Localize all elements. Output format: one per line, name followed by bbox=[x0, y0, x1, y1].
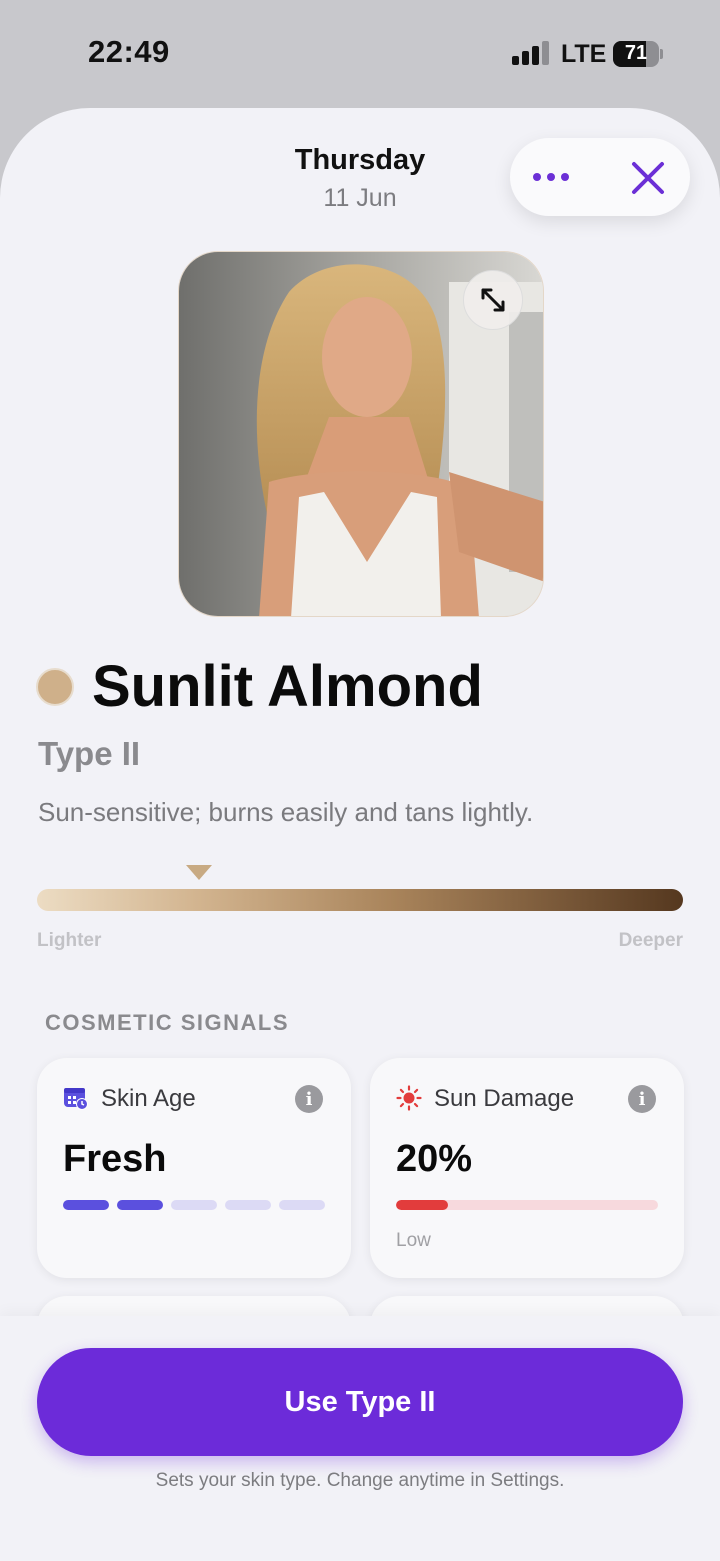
sun-damage-card[interactable]: Sun Damage i 20% Low bbox=[370, 1058, 684, 1278]
close-x-icon bbox=[632, 162, 664, 194]
skin-tone-scale bbox=[37, 889, 683, 911]
skin-tone-swatch bbox=[36, 668, 74, 706]
sun-damage-level: Low bbox=[396, 1230, 431, 1251]
battery-percent: 71 bbox=[624, 42, 648, 64]
scale-marker bbox=[185, 865, 212, 880]
more-dots-icon bbox=[533, 173, 569, 181]
close-button[interactable] bbox=[626, 156, 670, 200]
status-time: 22:49 bbox=[88, 34, 170, 69]
sun-damage-value: 20% bbox=[396, 1138, 473, 1180]
result-sheet: Thursday 11 Jun Sunlit Almond Type II Su… bbox=[0, 108, 720, 1561]
skin-age-label: Skin Age bbox=[101, 1085, 196, 1112]
cta-note: Sets your skin type. Change anytime in S… bbox=[155, 1470, 565, 1491]
bottom-panel: Use Type II Sets your skin type. Change … bbox=[0, 1316, 720, 1561]
expand-arrows-icon bbox=[481, 288, 505, 312]
action-pill bbox=[510, 138, 690, 216]
use-type-button[interactable]: Use Type II bbox=[37, 1348, 683, 1456]
skin-age-card[interactable]: Skin Age i Fresh bbox=[37, 1058, 351, 1278]
meter-segment bbox=[279, 1200, 325, 1210]
more-button[interactable] bbox=[526, 152, 576, 202]
sun-damage-fill bbox=[396, 1200, 449, 1210]
battery-icon: 71 bbox=[613, 41, 659, 67]
skin-type: Type II bbox=[38, 735, 141, 772]
network-label: LTE bbox=[561, 40, 607, 68]
meter-segment bbox=[117, 1200, 163, 1210]
skin-type-description: Sun-sensitive; burns easily and tans lig… bbox=[38, 797, 534, 827]
battery-cap bbox=[660, 49, 663, 59]
info-icon[interactable]: i bbox=[628, 1085, 656, 1113]
meter-segment bbox=[63, 1200, 109, 1210]
sun-damage-bar bbox=[396, 1200, 658, 1210]
sun-damage-label: Sun Damage bbox=[434, 1085, 575, 1112]
meter-segment bbox=[171, 1200, 217, 1210]
section-title: COSMETIC SIGNALS bbox=[45, 1010, 290, 1035]
info-icon[interactable]: i bbox=[295, 1085, 323, 1113]
skin-age-value: Fresh bbox=[63, 1138, 167, 1180]
status-bar: 22:49 LTE 71 bbox=[0, 0, 720, 108]
expand-button[interactable] bbox=[463, 270, 523, 330]
scale-lighter-label: Lighter bbox=[37, 930, 102, 951]
scale-deeper-label: Deeper bbox=[618, 930, 683, 951]
sun-icon bbox=[396, 1085, 422, 1111]
signal-icon bbox=[512, 41, 550, 65]
skin-tone-name: Sunlit Almond bbox=[92, 654, 483, 719]
skin-age-meter bbox=[63, 1200, 325, 1210]
meter-segment bbox=[225, 1200, 271, 1210]
calendar-clock-icon bbox=[64, 1088, 88, 1110]
